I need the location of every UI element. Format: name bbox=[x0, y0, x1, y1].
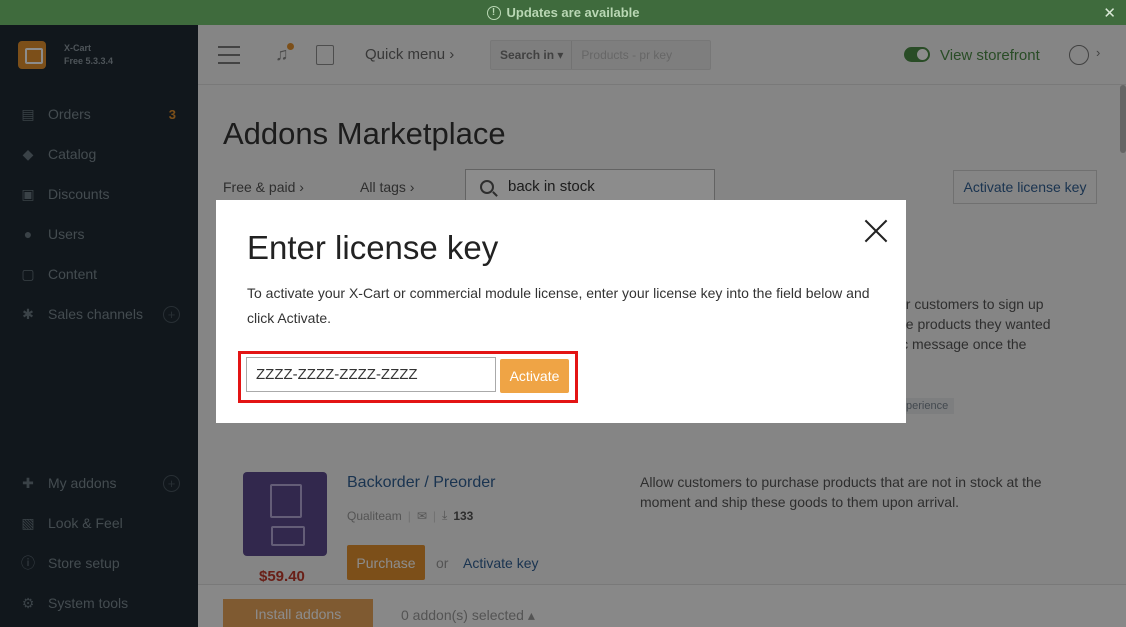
banner-text[interactable]: Updates are available bbox=[507, 5, 640, 20]
info-icon: ! bbox=[486, 5, 501, 20]
banner-close-icon[interactable]: ✕ bbox=[1103, 4, 1116, 22]
close-icon[interactable] bbox=[864, 219, 888, 243]
dialog-instructions: To activate your X-Cart or commercial mo… bbox=[247, 285, 870, 326]
dialog-title: Enter license key bbox=[247, 229, 499, 266]
license-key-dialog: Enter license key To activate your X-Car… bbox=[216, 200, 906, 423]
updates-banner[interactable]: ! Updates are available ✕ bbox=[0, 0, 1126, 25]
license-key-input[interactable] bbox=[246, 357, 496, 392]
activate-button[interactable]: Activate bbox=[500, 359, 569, 393]
